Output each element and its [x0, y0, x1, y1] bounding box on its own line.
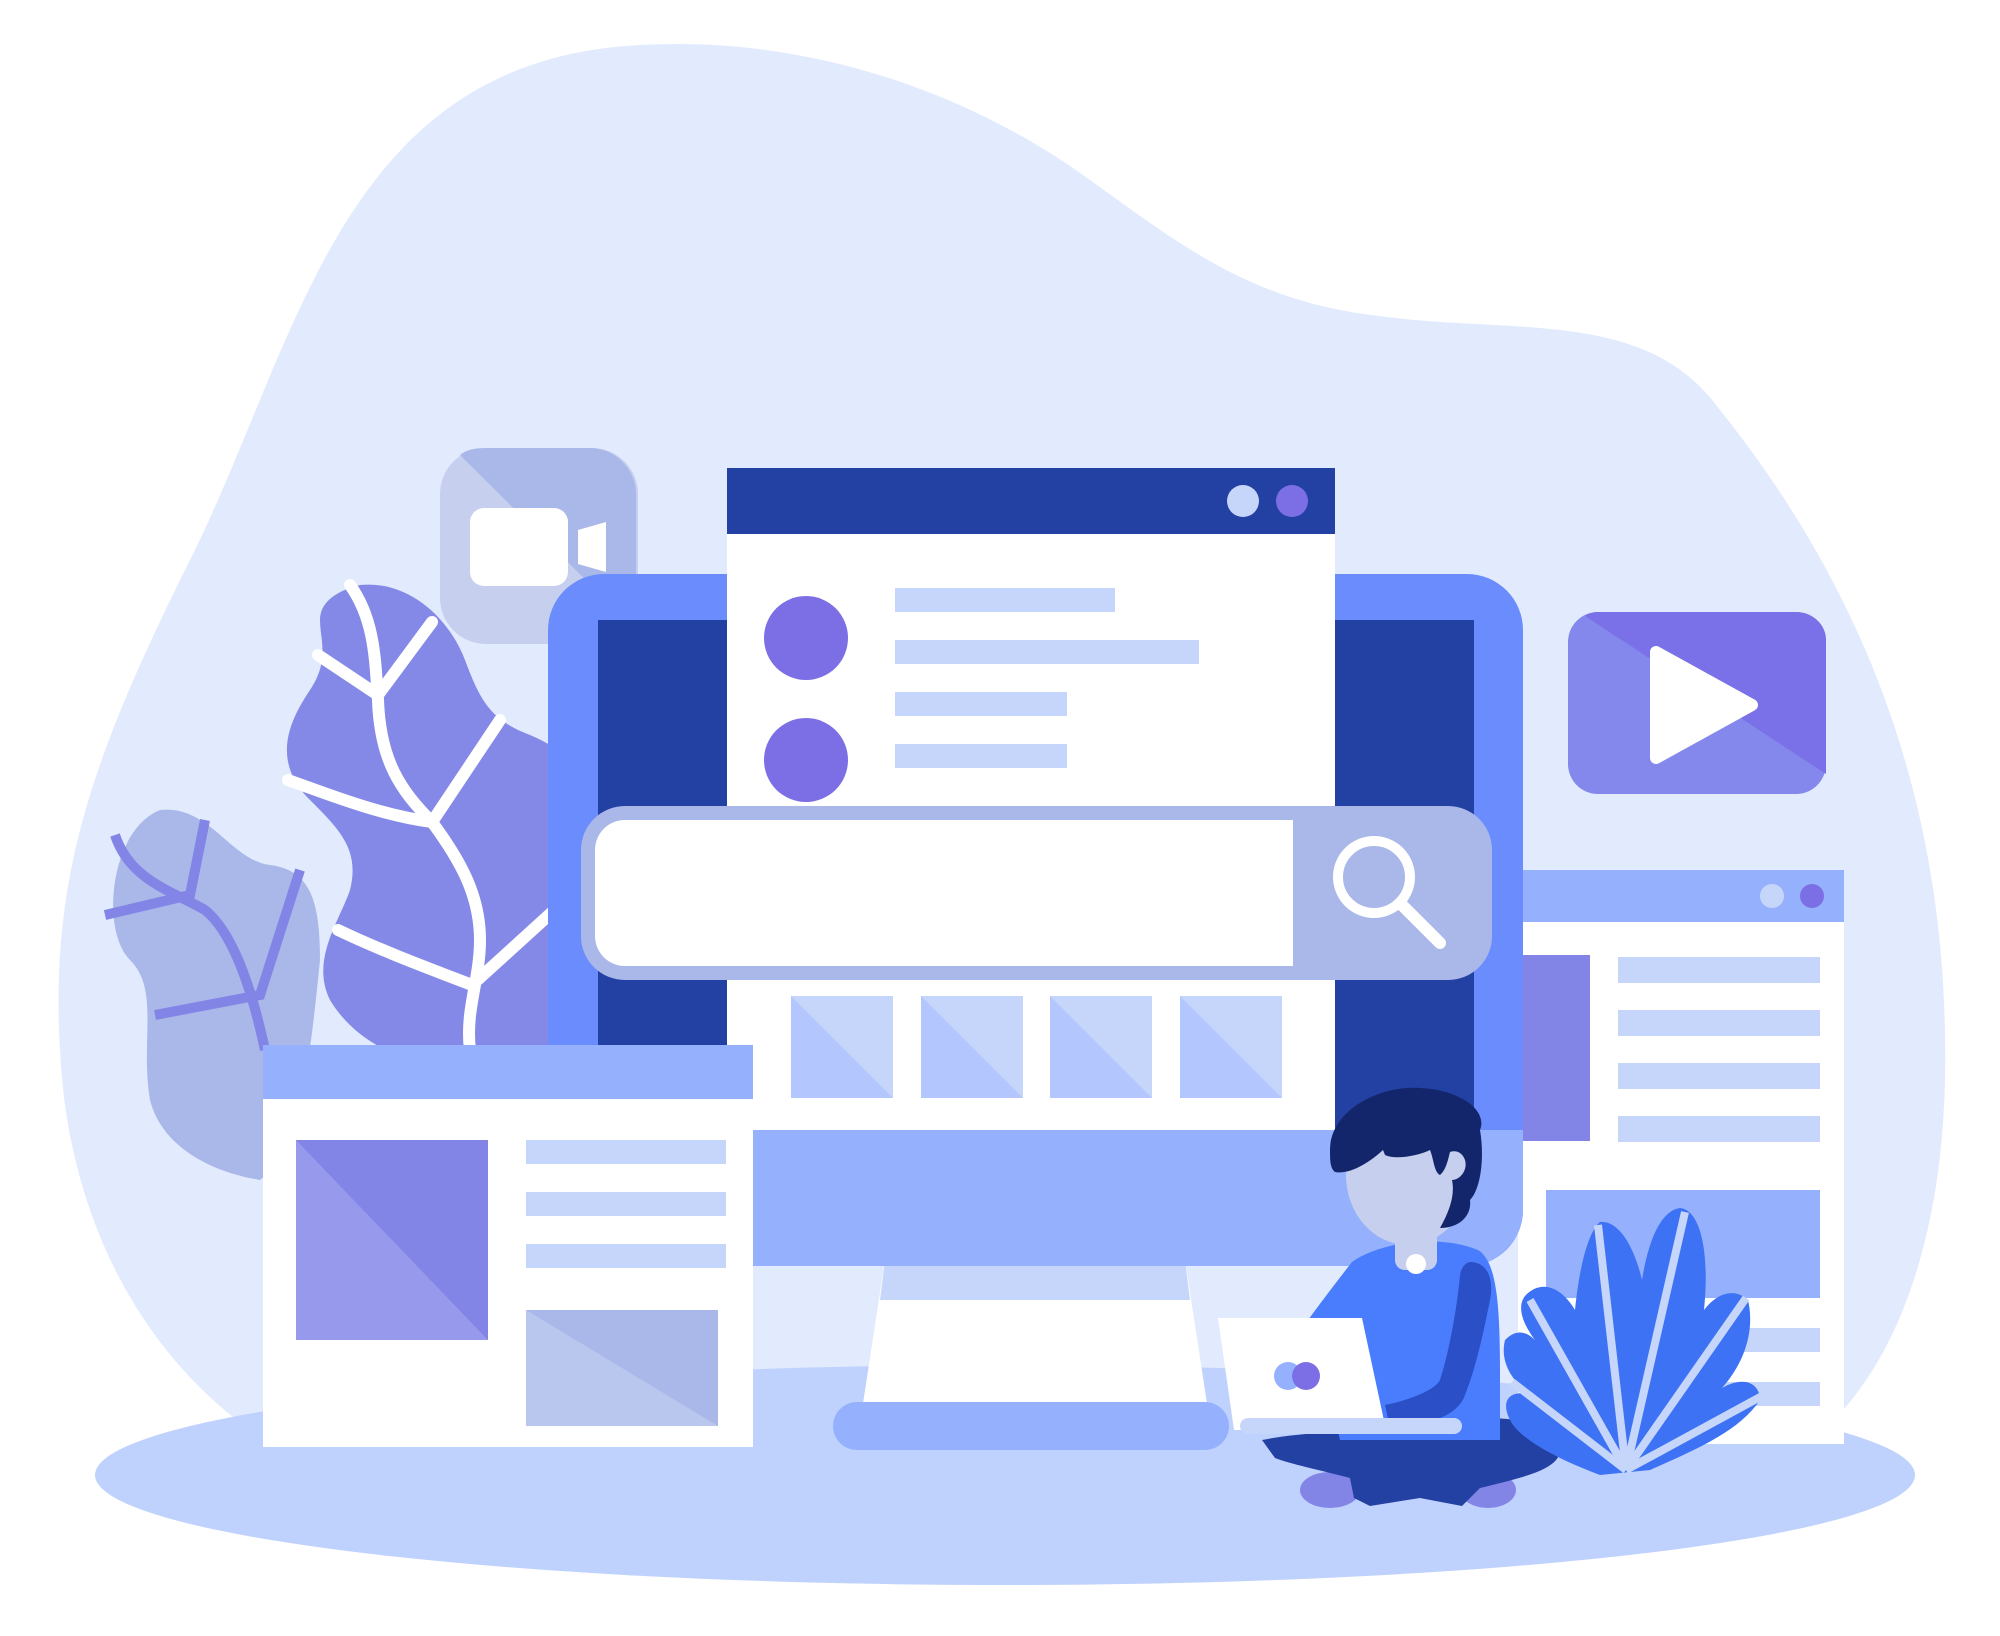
search-bar[interactable] — [581, 806, 1492, 980]
illustration-canvas — [58, 43, 1946, 1585]
image-placeholder — [296, 1140, 488, 1340]
text-line — [1618, 1010, 1820, 1036]
text-line — [526, 1140, 726, 1164]
banner-placeholder — [526, 1310, 718, 1426]
image-placeholder — [1518, 955, 1590, 1141]
text-line — [895, 640, 1199, 664]
thumbnail[interactable] — [1050, 996, 1152, 1098]
thumbnail[interactable] — [791, 996, 893, 1098]
text-line — [526, 1244, 726, 1268]
left-browser-window — [263, 1045, 753, 1447]
search-input[interactable] — [595, 820, 1293, 966]
text-line — [526, 1192, 726, 1216]
text-line — [895, 588, 1115, 612]
main-browser-window — [727, 468, 1335, 1130]
thumbnail[interactable] — [1180, 996, 1282, 1098]
thumbnail[interactable] — [921, 996, 1023, 1098]
play-video-badge[interactable] — [1568, 612, 1826, 794]
monitor-base — [833, 1402, 1229, 1450]
avatar — [764, 718, 848, 802]
text-line — [1618, 1116, 1820, 1142]
text-line — [1618, 1063, 1820, 1089]
text-line — [895, 692, 1067, 716]
avatar — [764, 596, 848, 680]
text-line — [1618, 957, 1820, 983]
text-line — [895, 744, 1067, 768]
